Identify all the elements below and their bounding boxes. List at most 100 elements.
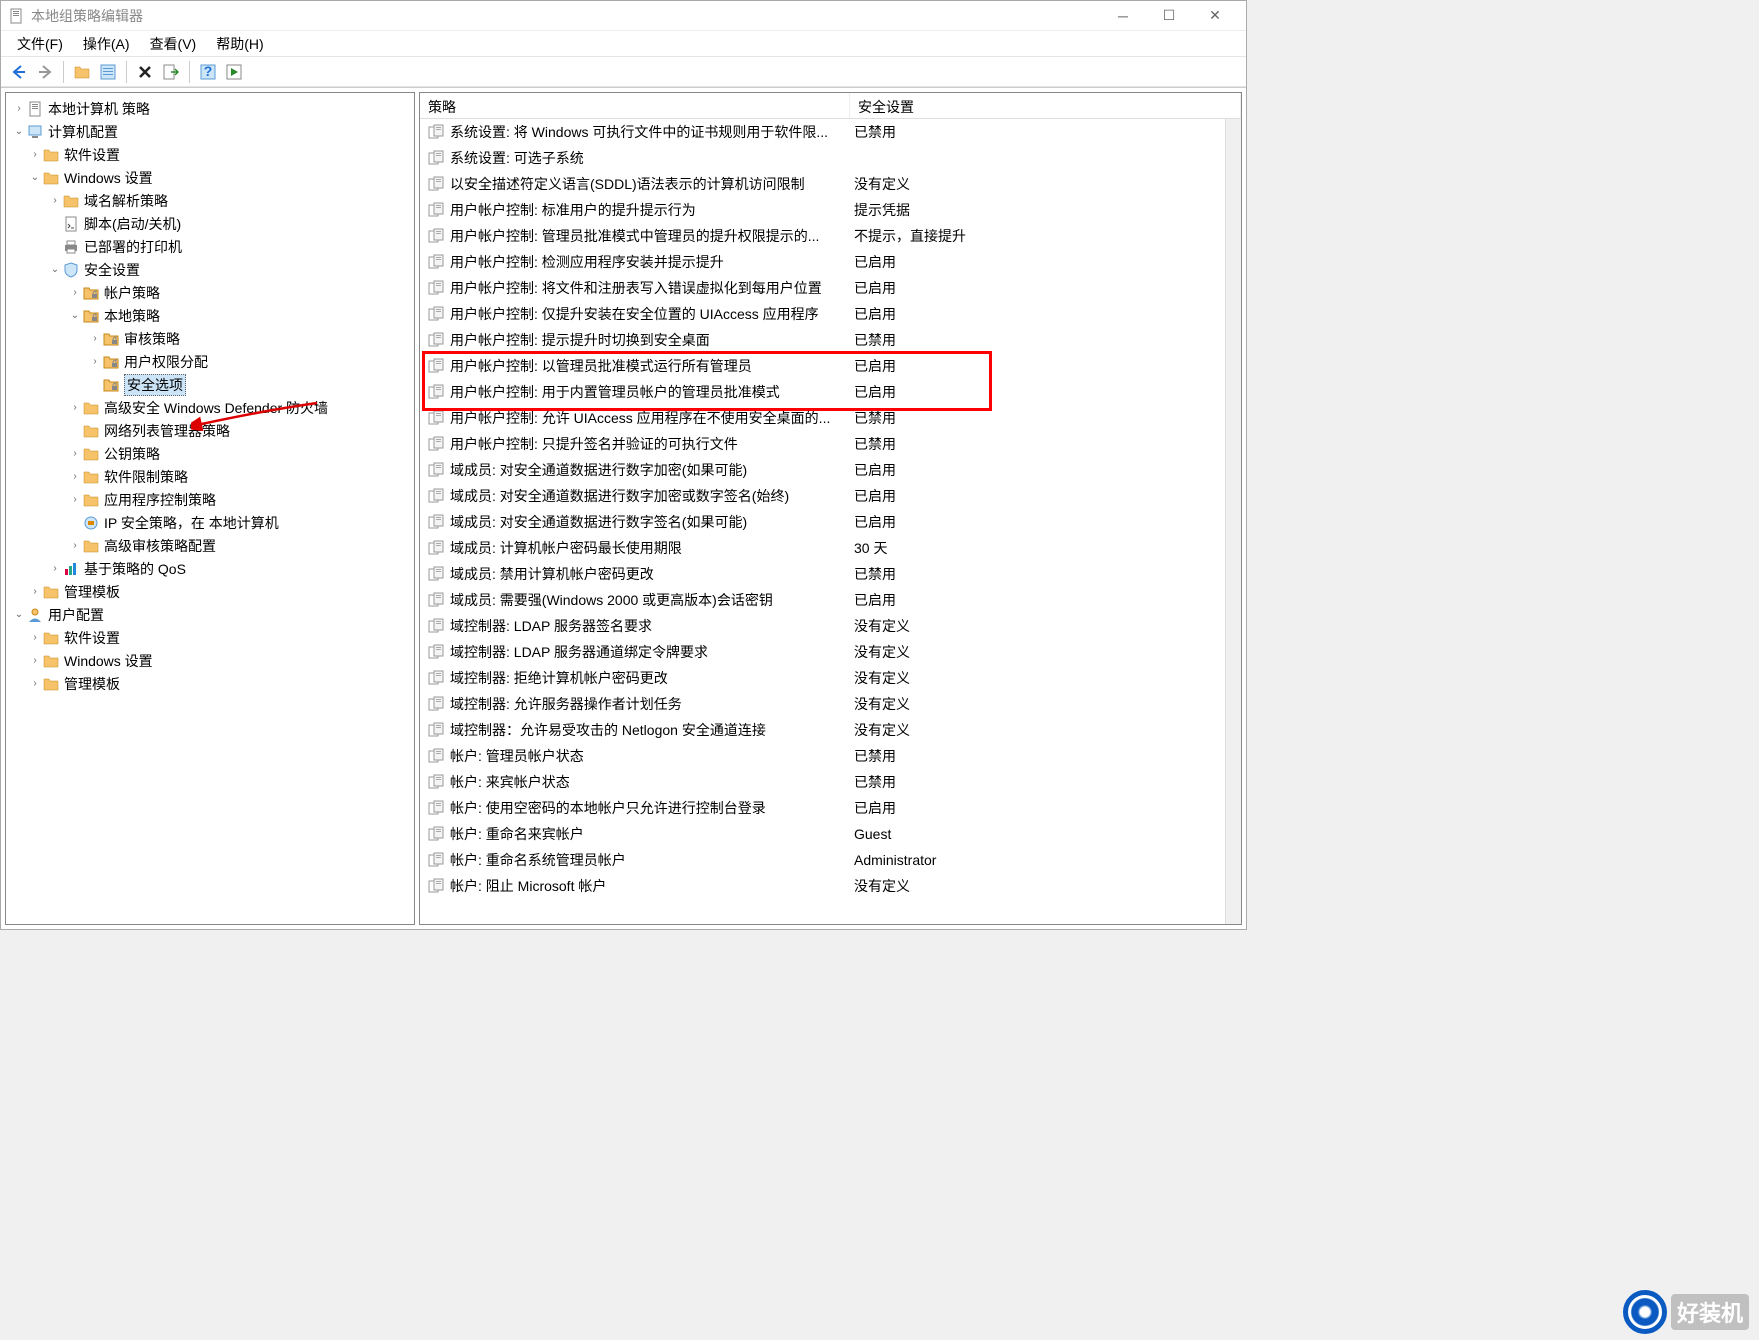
tree-deployed-printers[interactable]: 已部署的打印机	[6, 235, 414, 258]
policy-row[interactable]: 帐户: 阻止 Microsoft 帐户没有定义	[420, 873, 1225, 899]
policy-row[interactable]: 用户帐户控制: 只提升签名并验证的可执行文件已禁用	[420, 431, 1225, 457]
expand-toggle[interactable]: ›	[28, 148, 42, 162]
expand-toggle[interactable]: ⌄	[48, 263, 62, 277]
tree-network-list[interactable]: 网络列表管理器策略	[6, 419, 414, 442]
back-button[interactable]	[7, 60, 31, 84]
tree-user-rights[interactable]: ›用户权限分配	[6, 350, 414, 373]
column-policy[interactable]: 策略	[420, 93, 850, 118]
policy-row[interactable]: 域成员: 计算机帐户密码最长使用期限30 天	[420, 535, 1225, 561]
tree-dns-policy[interactable]: ›域名解析策略	[6, 189, 414, 212]
policy-row[interactable]: 域控制器：允许易受攻击的 Netlogon 安全通道连接没有定义	[420, 717, 1225, 743]
export-button[interactable]	[159, 60, 183, 84]
tree-security-options[interactable]: 安全选项	[6, 373, 414, 396]
menu-action[interactable]: 操作(A)	[73, 32, 140, 56]
delete-button[interactable]	[133, 60, 157, 84]
policy-row[interactable]: 用户帐户控制: 标准用户的提升提示行为提示凭据	[420, 197, 1225, 223]
column-security-setting[interactable]: 安全设置	[850, 93, 1241, 118]
policy-row[interactable]: 系统设置: 可选子系统	[420, 145, 1225, 171]
tree-audit-policy[interactable]: ›审核策略	[6, 327, 414, 350]
policy-row[interactable]: 域成员: 对安全通道数据进行数字加密或数字签名(始终)已启用	[420, 483, 1225, 509]
tree-ip-security[interactable]: IP 安全策略，在 本地计算机	[6, 511, 414, 534]
expand-toggle[interactable]: ›	[28, 585, 42, 599]
expand-toggle[interactable]: ›	[68, 493, 82, 507]
policy-row[interactable]: 帐户: 管理员帐户状态已禁用	[420, 743, 1225, 769]
maximize-button[interactable]: ☐	[1146, 1, 1192, 31]
policy-row[interactable]: 帐户: 来宾帐户状态已禁用	[420, 769, 1225, 795]
tree-admin-templates-user[interactable]: ›管理模板	[6, 672, 414, 695]
policy-row[interactable]: 域控制器: 允许服务器操作者计划任务没有定义	[420, 691, 1225, 717]
expand-toggle[interactable]: ⌄	[68, 309, 82, 323]
expand-toggle[interactable]: ⌄	[12, 608, 26, 622]
policy-row[interactable]: 域成员: 对安全通道数据进行数字签名(如果可能)已启用	[420, 509, 1225, 535]
tree-software-restriction[interactable]: ›软件限制策略	[6, 465, 414, 488]
up-button[interactable]	[70, 60, 94, 84]
tree-software-settings-user[interactable]: ›软件设置	[6, 626, 414, 649]
tree-advanced-audit[interactable]: › 高级审核策略配置	[6, 534, 414, 557]
list-scrollbar[interactable]	[1225, 119, 1241, 924]
close-button[interactable]: ✕	[1192, 1, 1238, 31]
expand-toggle[interactable]: ⌄	[12, 125, 26, 139]
expand-toggle[interactable]: ›	[68, 470, 82, 484]
tree-computer-config[interactable]: ⌄计算机配置	[6, 120, 414, 143]
policy-row[interactable]: 用户帐户控制: 将文件和注册表写入错误虚拟化到每用户位置已启用	[420, 275, 1225, 301]
expand-toggle[interactable]: ›	[48, 562, 62, 576]
run-button[interactable]	[222, 60, 246, 84]
minimize-button[interactable]: ─	[1100, 1, 1146, 31]
expand-toggle[interactable]: ⌄	[28, 171, 42, 185]
policy-row[interactable]: 域成员: 需要强(Windows 2000 或更高版本)会话密钥已启用	[420, 587, 1225, 613]
expand-toggle[interactable]: ›	[68, 401, 82, 415]
tree-security-settings[interactable]: ⌄安全设置	[6, 258, 414, 281]
expand-toggle[interactable]: ›	[68, 539, 82, 553]
list-body[interactable]: 系统设置: 将 Windows 可执行文件中的证书规则用于软件限...已禁用系统…	[420, 119, 1225, 924]
policy-row[interactable]: 用户帐户控制: 用于内置管理员帐户的管理员批准模式已启用	[420, 379, 1225, 405]
policy-row[interactable]: 帐户: 使用空密码的本地帐户只允许进行控制台登录已启用	[420, 795, 1225, 821]
expand-toggle[interactable]: ›	[48, 194, 62, 208]
tree-policy-qos[interactable]: ›基于策略的 QoS	[6, 557, 414, 580]
tree-windows-settings-user[interactable]: ›Windows 设置	[6, 649, 414, 672]
policy-row[interactable]: 域成员: 对安全通道数据进行数字加密(如果可能)已启用	[420, 457, 1225, 483]
menu-view[interactable]: 查看(V)	[140, 32, 207, 56]
policy-row[interactable]: 用户帐户控制: 检测应用程序安装并提示提升已启用	[420, 249, 1225, 275]
policy-row[interactable]: 帐户: 重命名系统管理员帐户Administrator	[420, 847, 1225, 873]
policy-row[interactable]: 用户帐户控制: 提示提升时切换到安全桌面已禁用	[420, 327, 1225, 353]
expand-toggle[interactable]: ›	[88, 355, 102, 369]
expand-toggle[interactable]: ›	[12, 102, 26, 116]
policy-row[interactable]: 以安全描述符定义语言(SDDL)语法表示的计算机访问限制没有定义	[420, 171, 1225, 197]
tree-label: 高级审核策略配置	[104, 536, 216, 556]
forward-button[interactable]	[33, 60, 57, 84]
policy-row[interactable]: 系统设置: 将 Windows 可执行文件中的证书规则用于软件限...已禁用	[420, 119, 1225, 145]
policy-row[interactable]: 帐户: 重命名来宾帐户Guest	[420, 821, 1225, 847]
policy-row[interactable]: 域控制器: LDAP 服务器通道绑定令牌要求没有定义	[420, 639, 1225, 665]
menu-file[interactable]: 文件(F)	[7, 32, 73, 56]
tree-account-policies[interactable]: ›帐户策略	[6, 281, 414, 304]
expand-toggle[interactable]: ›	[68, 286, 82, 300]
policy-row[interactable]: 用户帐户控制: 仅提升安装在安全位置的 UIAccess 应用程序已启用	[420, 301, 1225, 327]
tree-local-policies[interactable]: ⌄本地策略	[6, 304, 414, 327]
tree-admin-templates[interactable]: ›管理模板	[6, 580, 414, 603]
help-button[interactable]: ?	[196, 60, 220, 84]
tree-root[interactable]: ›本地计算机 策略	[6, 97, 414, 120]
policy-row[interactable]: 域成员: 禁用计算机帐户密码更改已禁用	[420, 561, 1225, 587]
expand-toggle[interactable]: ›	[88, 332, 102, 346]
tree-scripts[interactable]: 脚本(启动/关机)	[6, 212, 414, 235]
expand-toggle[interactable]: ›	[68, 447, 82, 461]
menu-help[interactable]: 帮助(H)	[206, 32, 273, 56]
tree-panel[interactable]: ›本地计算机 策略⌄计算机配置›软件设置⌄Windows 设置›域名解析策略脚本…	[5, 92, 415, 925]
tree-defender-firewall[interactable]: ›高级安全 Windows Defender 防火墙	[6, 396, 414, 419]
tree-user-config[interactable]: ⌄用户配置	[6, 603, 414, 626]
expand-toggle[interactable]: ›	[28, 654, 42, 668]
policy-row[interactable]: 用户帐户控制: 以管理员批准模式运行所有管理员已启用	[420, 353, 1225, 379]
tree-windows-settings[interactable]: ⌄Windows 设置	[6, 166, 414, 189]
policy-row[interactable]: 用户帐户控制: 允许 UIAccess 应用程序在不使用安全桌面的...已禁用	[420, 405, 1225, 431]
expand-toggle[interactable]: ›	[28, 677, 42, 691]
policy-row[interactable]: 域控制器: LDAP 服务器签名要求没有定义	[420, 613, 1225, 639]
policy-row[interactable]: 用户帐户控制: 管理员批准模式中管理员的提升权限提示的...不提示，直接提升	[420, 223, 1225, 249]
tree-public-key[interactable]: ›公钥策略	[6, 442, 414, 465]
policy-name: 帐户: 重命名系统管理员帐户	[450, 850, 850, 870]
tree-software-settings[interactable]: ›软件设置	[6, 143, 414, 166]
tree-label: 网络列表管理器策略	[104, 421, 230, 441]
tree-app-control[interactable]: ›应用程序控制策略	[6, 488, 414, 511]
list-button[interactable]	[96, 60, 120, 84]
policy-row[interactable]: 域控制器: 拒绝计算机帐户密码更改没有定义	[420, 665, 1225, 691]
expand-toggle[interactable]: ›	[28, 631, 42, 645]
